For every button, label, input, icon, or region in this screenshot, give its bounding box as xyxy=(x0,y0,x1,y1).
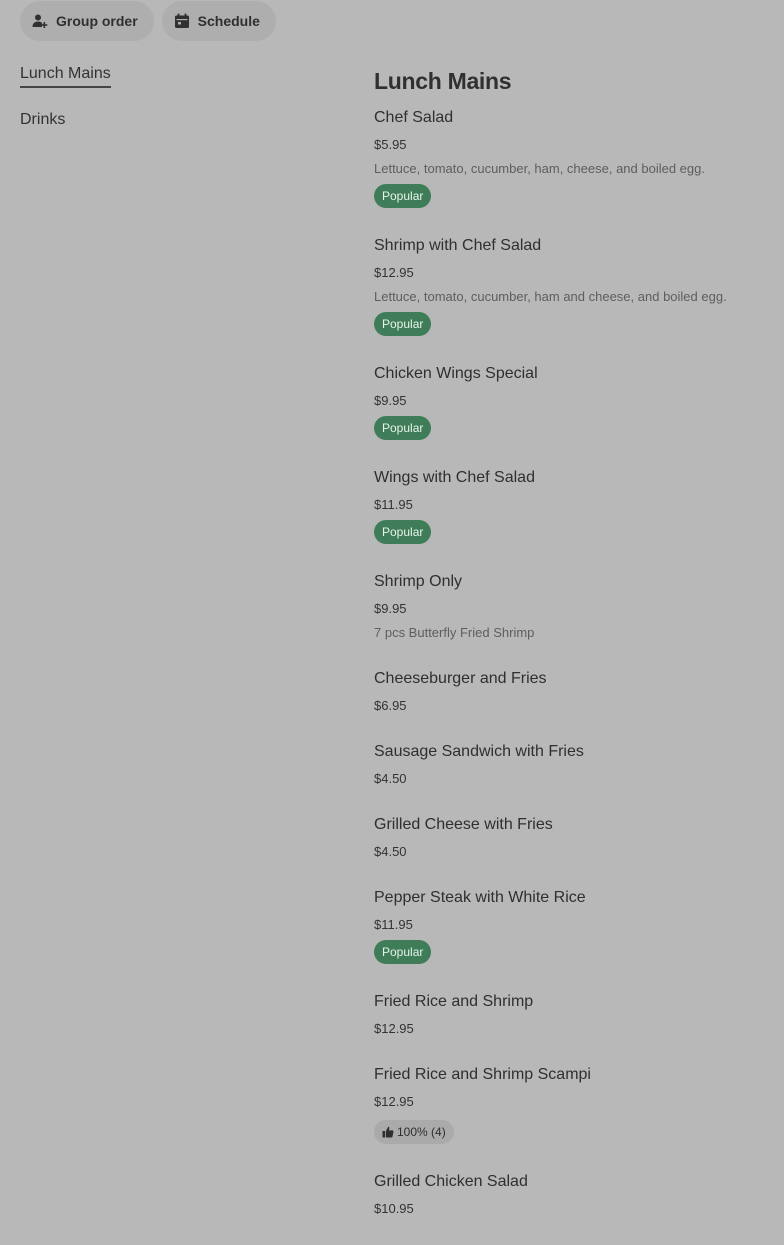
menu-item[interactable]: Cheeseburger and Fries $6.95 xyxy=(374,669,779,714)
menu-item[interactable]: Fried Rice and Shrimp $12.95 xyxy=(374,992,779,1037)
menu-item-price: $11.95 xyxy=(374,497,413,512)
menu-item-price: $5.95 xyxy=(374,137,407,152)
sidebar-item-drinks[interactable]: Drinks xyxy=(20,110,65,132)
calendar-icon xyxy=(174,13,190,29)
menu-item-description: Lettuce, tomato, cucumber, ham and chees… xyxy=(374,289,727,304)
sidebar-item-lunch-mains[interactable]: Lunch Mains xyxy=(20,64,111,88)
popular-badge: Popular xyxy=(374,184,432,208)
menu-item-price: $6.95 xyxy=(374,698,407,713)
menu-item-list: Chef Salad $5.95 Lettuce, tomato, cucumber… xyxy=(374,108,779,1217)
menu-item-name: Pepper Steak with White Rice xyxy=(374,889,586,906)
menu-section: Lunch Mains Chef Salad $5.95 Lettuce, toma… xyxy=(374,66,779,1245)
menu-item-name: Cheeseburger and Fries xyxy=(374,670,547,687)
popular-badge: Popular xyxy=(374,520,432,544)
menu-item[interactable]: Chicken Wings Special $9.95 Popular xyxy=(374,364,779,440)
thumbs-up-icon xyxy=(382,1126,394,1138)
menu-item-name: Shrimp with Chef Salad xyxy=(374,237,542,254)
menu-item[interactable]: Grilled Chicken Salad $10.95 xyxy=(374,1172,779,1217)
menu-item[interactable]: Shrimp with Chef Salad $12.95 Lettuce, tom… xyxy=(374,236,779,336)
menu-item-price: $10.95 xyxy=(374,1201,414,1216)
menu-item-price: $12.95 xyxy=(374,1094,414,1109)
menu-item-price: $4.50 xyxy=(374,771,407,786)
menu-item-name: Grilled Chicken Salad xyxy=(374,1173,528,1190)
menu-item[interactable]: Shrimp Only $9.95 7 pcs Butterfly Fried Sh… xyxy=(374,572,779,641)
schedule-button[interactable]: Schedule xyxy=(161,1,276,41)
rating-text: 100% (4) xyxy=(397,1125,446,1139)
rating-badge: 100% (4) xyxy=(374,1120,454,1144)
menu-item-name: Shrimp Only xyxy=(374,573,463,590)
menu-item-name: Fried Rice and Shrimp Scampi xyxy=(374,1066,591,1083)
group-order-button[interactable]: Group order xyxy=(20,1,154,41)
menu-item-price: $4.50 xyxy=(374,844,407,859)
menu-item-price: $12.95 xyxy=(374,1021,414,1036)
menu-item-price: $9.95 xyxy=(374,393,407,408)
menu-item[interactable]: Chef Salad $5.95 Lettuce, tomato, cucumber… xyxy=(374,108,779,208)
menu-item[interactable]: Fried Rice and Shrimp Scampi $12.95 100% (… xyxy=(374,1065,779,1144)
menu-item[interactable]: Grilled Cheese with Fries $4.50 xyxy=(374,815,779,860)
menu-item-description: 7 pcs Butterfly Fried Shrimp xyxy=(374,625,535,640)
popular-badge: Popular xyxy=(374,416,432,440)
section-title: Lunch Mains xyxy=(374,68,512,94)
menu-item-price: $9.95 xyxy=(374,601,407,616)
menu-item-name: Grilled Cheese with Fries xyxy=(374,816,553,833)
category-sidebar: Lunch Mains Drinks xyxy=(20,64,320,156)
add-person-icon xyxy=(32,13,48,29)
menu-item[interactable]: Wings with Chef Salad $11.95 Popular xyxy=(374,468,779,544)
menu-item[interactable]: Pepper Steak with White Rice $11.95 Popula… xyxy=(374,888,779,964)
group-order-label: Group order xyxy=(56,13,138,29)
menu-item-price: $11.95 xyxy=(374,917,413,932)
popular-badge: Popular xyxy=(374,312,432,336)
menu-item-name: Chicken Wings Special xyxy=(374,365,538,382)
menu-item-name: Chef Salad xyxy=(374,109,454,126)
menu-item[interactable]: Sausage Sandwich with Fries $4.50 xyxy=(374,742,779,787)
menu-item-description: Lettuce, tomato, cucumber, ham, cheese, … xyxy=(374,161,705,176)
top-actions: Group order Schedule xyxy=(20,1,276,41)
menu-item-price: $12.95 xyxy=(374,265,414,280)
menu-item-name: Wings with Chef Salad xyxy=(374,469,535,486)
menu-item-name: Sausage Sandwich with Fries xyxy=(374,743,584,760)
popular-badge: Popular xyxy=(374,940,432,964)
schedule-label: Schedule xyxy=(197,13,260,29)
menu-item-name: Fried Rice and Shrimp xyxy=(374,993,534,1010)
